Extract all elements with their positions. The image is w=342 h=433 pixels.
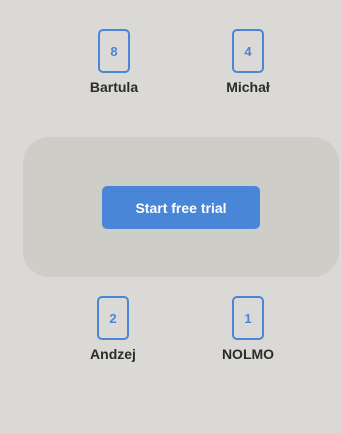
seat-bottom-left: 2 Andzej — [73, 296, 153, 362]
player-name: Michał — [226, 79, 270, 95]
player-name: NOLMO — [221, 346, 275, 362]
player-card[interactable]: 2 — [97, 296, 129, 340]
table-area: Start free trial — [23, 137, 339, 277]
player-card[interactable]: 4 — [232, 29, 264, 73]
player-name: Andzej — [90, 346, 136, 362]
player-name: Bartula — [89, 79, 139, 95]
player-card[interactable]: 1 — [232, 296, 264, 340]
player-card[interactable]: 8 — [98, 29, 130, 73]
seat-bottom-right: 1 NOLMO — [208, 296, 288, 362]
seat-top-right: 4 Michał — [208, 29, 288, 95]
seat-top-left: 8 Bartula — [74, 29, 154, 95]
start-free-trial-button[interactable]: Start free trial — [102, 186, 260, 229]
